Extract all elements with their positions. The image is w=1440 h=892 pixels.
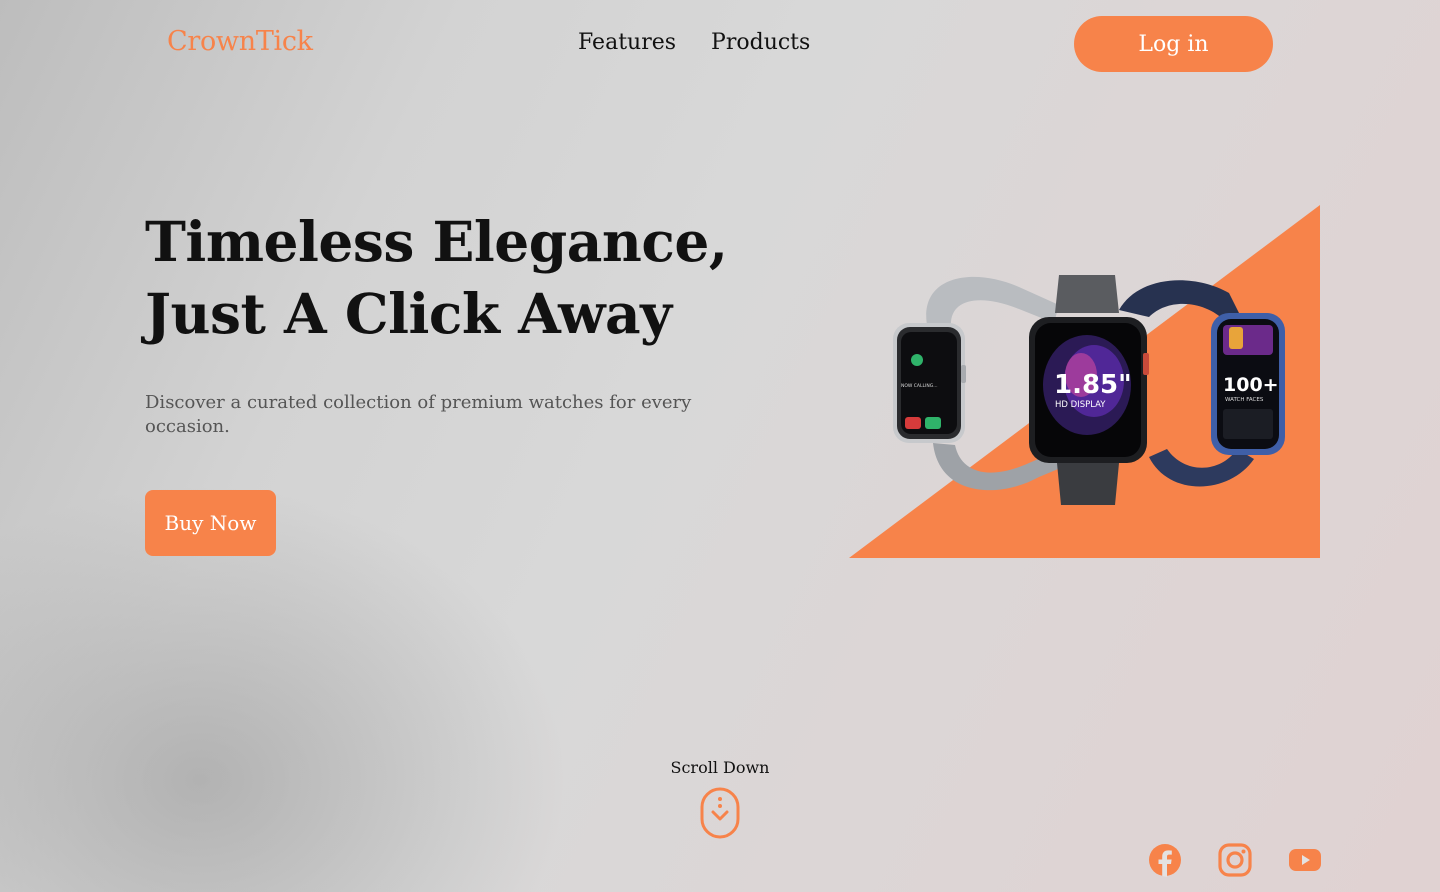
hero-watches-image: NOW CALLING... 100+ WATCH FACES 1.85" HD… (849, 205, 1320, 558)
instagram-icon[interactable] (1218, 843, 1252, 877)
watch-right-caption: WATCH FACES (1225, 397, 1264, 403)
hero-title: Timeless Elegance, Just A Click Away (145, 206, 728, 350)
brand-logo[interactable]: CrownTick (167, 26, 313, 57)
buy-now-button[interactable]: Buy Now (145, 490, 276, 556)
scroll-down-label: Scroll Down (670, 758, 770, 777)
facebook-icon[interactable] (1148, 843, 1182, 877)
mouse-scroll-icon[interactable] (700, 787, 740, 839)
nav-link-features[interactable]: Features (578, 30, 676, 55)
hero-title-line-2: Just A Click Away (145, 281, 672, 346)
youtube-icon[interactable] (1288, 843, 1322, 877)
hero-subtitle: Discover a curated collection of premium… (145, 392, 692, 437)
social-links (1148, 843, 1322, 877)
hero-title-line-1: Timeless Elegance, (145, 209, 728, 274)
watch-center-size: 1.85" (1054, 370, 1132, 400)
nav-link-products[interactable]: Products (711, 30, 810, 55)
scroll-down-indicator[interactable]: Scroll Down (660, 758, 780, 839)
main-nav: Features Products (578, 30, 810, 55)
watch-left-caption: NOW CALLING... (901, 383, 938, 389)
watch-center-caption: HD DISPLAY (1055, 400, 1106, 410)
login-button[interactable]: Log in (1074, 16, 1273, 72)
watch-right-count: 100+ (1223, 374, 1279, 396)
